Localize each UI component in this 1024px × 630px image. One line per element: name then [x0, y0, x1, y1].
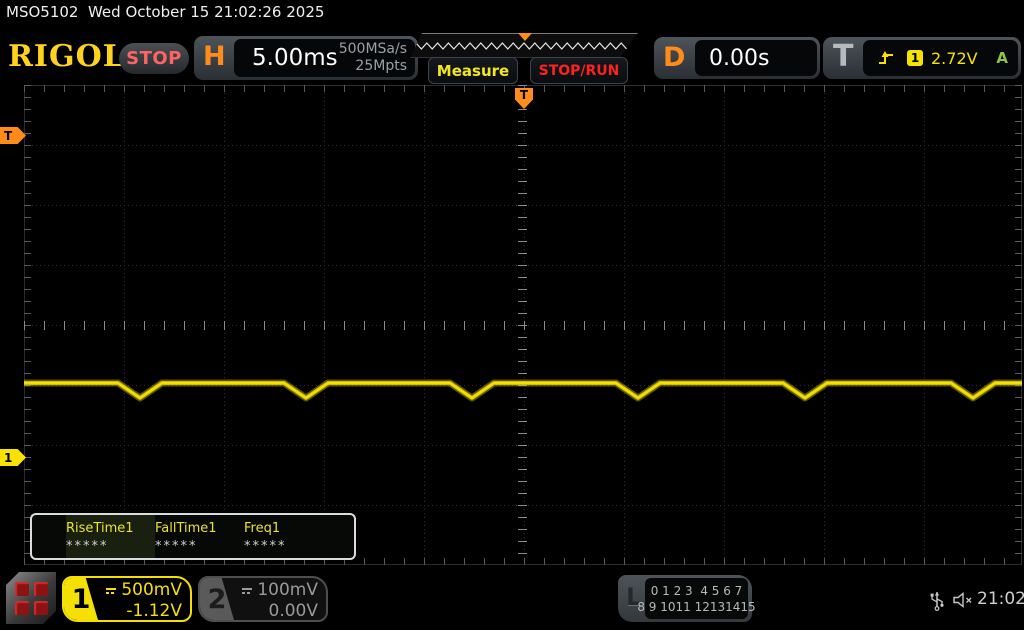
- d-label: D: [663, 42, 686, 73]
- channel-1-offset: -1.12V: [126, 601, 182, 621]
- menu-square: [15, 601, 29, 615]
- h-label: H: [203, 41, 226, 72]
- channel-2-number: 2: [200, 578, 234, 620]
- measurement-label: RiseTime1: [66, 521, 134, 536]
- delay-panel: 0.00s: [695, 40, 817, 76]
- acquisition-stop-badge[interactable]: STOP: [119, 43, 189, 74]
- stop-run-button[interactable]: STOP/RUN: [530, 57, 628, 84]
- logic-row-2: 8 9 1011 12131415: [637, 599, 756, 614]
- channel-2-status-box[interactable]: 2 100mV 0.00V: [198, 576, 328, 622]
- sample-rate-block: 500MSa/s 25Mpts: [339, 41, 407, 75]
- channel-1-scale: 500mV: [121, 580, 182, 600]
- channel-2-offset: 0.00V: [268, 601, 318, 621]
- channel-1-number: 1: [64, 578, 98, 620]
- measure-button[interactable]: Measure: [428, 57, 518, 84]
- main-menu-icon[interactable]: [6, 572, 56, 624]
- trigger-level-marker[interactable]: T: [0, 127, 26, 144]
- logic-channels-box[interactable]: L 0 1 2 3 4 5 6 7 8 9 1011 12131415: [618, 575, 756, 622]
- channel-1-status-box[interactable]: 1 500mV -1.12V: [62, 576, 192, 622]
- timebase-value: 5.00ms: [252, 45, 338, 71]
- trigger-source-badge: 1: [907, 50, 923, 66]
- channel-2-scale: 100mV: [257, 580, 318, 600]
- graticule-area[interactable]: [24, 85, 1022, 565]
- measurement-risetime[interactable]: RiseTime1 *****: [66, 515, 155, 558]
- measurement-value: *****: [66, 539, 109, 554]
- ch1-ground-marker[interactable]: 1: [0, 449, 26, 466]
- dc-coupling-icon: [106, 587, 117, 594]
- menu-square: [15, 582, 29, 596]
- horizontal-settings-box[interactable]: H 5.00ms 500MSa/s 25Mpts: [194, 36, 418, 80]
- menu-square: [34, 601, 48, 615]
- measurement-value: *****: [155, 539, 198, 554]
- delay-value: 0.00s: [709, 45, 770, 71]
- ch1-waveform: [24, 379, 1022, 402]
- overview-trigger-position-icon: [518, 33, 532, 41]
- logic-channel-list: 0 1 2 3 4 5 6 7 8 9 1011 12131415: [637, 578, 756, 619]
- trigger-level-value: 2.72V: [931, 48, 978, 68]
- dc-coupling-icon: [242, 587, 253, 594]
- rising-edge-icon: [879, 51, 893, 64]
- waveform-overview-strip[interactable]: [410, 33, 638, 58]
- trigger-panel: 1 2.72V A: [863, 40, 1018, 76]
- measurement-label: Freq1: [244, 521, 281, 536]
- clock: 21:02: [977, 589, 1024, 609]
- delay-settings-box[interactable]: D 0.00s: [654, 37, 820, 79]
- rigol-logo: RIGOL: [8, 39, 125, 74]
- status-title: MSO5102 Wed October 15 21:02:26 2025: [6, 3, 325, 21]
- sample-rate: 500MSa/s: [338, 41, 407, 57]
- measurement-falltime[interactable]: FallTime1 *****: [155, 515, 244, 558]
- timebase-panel: 5.00ms 500MSa/s 25Mpts: [234, 39, 415, 77]
- usb-icon: [930, 592, 944, 611]
- measurement-results-overlay[interactable]: RiseTime1 ***** FallTime1 ***** Freq1 **…: [30, 513, 356, 560]
- measurement-freq[interactable]: Freq1 *****: [244, 515, 333, 558]
- speaker-muted-icon[interactable]: [951, 589, 975, 611]
- trigger-sweep-mode: A: [996, 49, 1008, 67]
- t-label: T: [833, 39, 854, 74]
- trigger-settings-box[interactable]: T 1 2.72V A: [823, 37, 1021, 79]
- menu-square: [34, 582, 48, 596]
- measurement-label: FallTime1: [155, 521, 217, 536]
- logic-row-1: 0 1 2 3 4 5 6 7: [650, 583, 743, 598]
- memory-depth: 25Mpts: [355, 58, 407, 74]
- measurement-value: *****: [244, 539, 287, 554]
